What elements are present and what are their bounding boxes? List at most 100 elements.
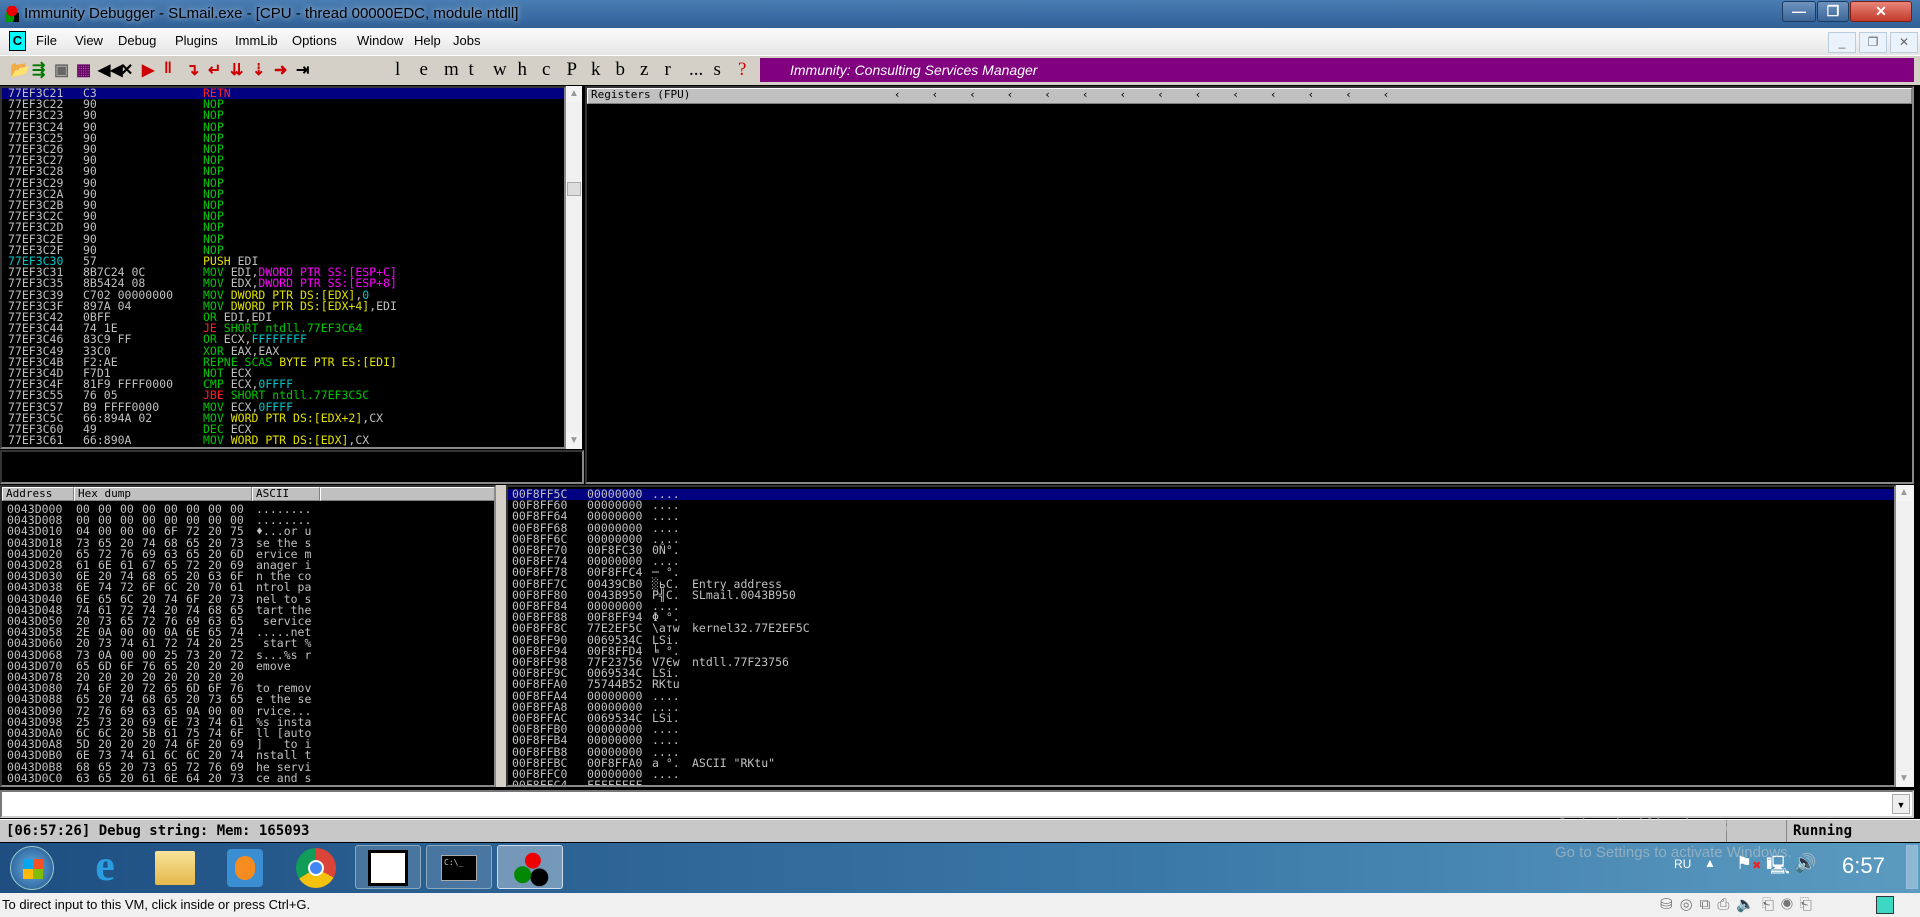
restart-icon[interactable]: ▦ bbox=[76, 60, 91, 80]
toolbar-button-e[interactable]: e bbox=[420, 59, 428, 81]
menu-immlib[interactable]: ImmLib bbox=[235, 33, 278, 48]
dump-scrollbar[interactable] bbox=[496, 485, 506, 787]
register-scroll-left-icon[interactable]: ‹ bbox=[1270, 89, 1277, 101]
trace-into-icon[interactable]: ⇊ bbox=[230, 60, 243, 80]
stack-row[interactable]: 00F8FFB0 00000000.... bbox=[508, 723, 1894, 735]
stack-row[interactable]: 00F8FFC0 00000000.... bbox=[508, 768, 1894, 780]
stack-row[interactable]: 00F8FF5C 00000000.... bbox=[508, 488, 1894, 501]
stack-row[interactable]: 00F8FF70 00F8FC30 0Ñ°. bbox=[508, 544, 1894, 556]
stack-row[interactable]: 00F8FFA8 00000000.... bbox=[508, 701, 1894, 713]
rewind-icon[interactable]: ◀◀ bbox=[98, 60, 123, 80]
dump-header-hex[interactable]: Hex dump bbox=[74, 487, 252, 501]
mdi-close-button[interactable]: ✕ bbox=[1890, 32, 1918, 53]
toolbar-button-w[interactable]: w bbox=[493, 59, 507, 81]
register-scroll-left-icon[interactable]: ‹ bbox=[1120, 89, 1127, 101]
mdi-minimize-button[interactable]: _ bbox=[1828, 32, 1856, 53]
trace-over-icon[interactable]: ⇣ bbox=[252, 60, 265, 80]
immunity-tool-icon[interactable] bbox=[355, 845, 421, 889]
media-player-icon[interactable] bbox=[227, 849, 263, 887]
toolbar-button-t[interactable]: t bbox=[469, 59, 474, 81]
stack-row[interactable]: 00F8FF98 77F23756 V7Єw ntdll.77F23756 bbox=[508, 656, 1894, 668]
stack-row[interactable]: 00F8FFB4 00000000.... bbox=[508, 735, 1894, 747]
disassembly-scrollbar[interactable]: ▲ ▼ bbox=[566, 86, 582, 449]
register-scroll-left-icon[interactable]: ‹ bbox=[1007, 89, 1014, 101]
toolbar-button-P[interactable]: P bbox=[567, 59, 578, 81]
stack-row[interactable]: 00F8FF9C 0069534C LSi. bbox=[508, 667, 1894, 679]
clock[interactable]: 6:57 bbox=[1842, 853, 1885, 879]
toolbar-button-h[interactable]: h bbox=[518, 59, 528, 81]
toolbar-button-c[interactable]: c bbox=[542, 59, 550, 81]
step-into-icon[interactable]: ↴ bbox=[186, 60, 199, 80]
pause-icon[interactable]: ‖ bbox=[164, 60, 172, 78]
toolbar-button-b[interactable]: b bbox=[616, 59, 626, 81]
toolbar-button-dots[interactable]: ... bbox=[689, 59, 703, 81]
dump-header-ascii[interactable]: ASCII bbox=[252, 487, 320, 501]
menu-window[interactable]: Window bbox=[357, 33, 403, 48]
internet-explorer-icon[interactable]: e bbox=[78, 844, 132, 889]
register-scroll-left-icon[interactable]: ‹ bbox=[1157, 89, 1164, 101]
registers-header[interactable]: Registers (FPU) ‹ ‹ ‹ ‹ ‹ ‹ ‹ ‹ ‹ ‹ ‹ ‹ ‹ ‹ bbox=[587, 88, 1912, 104]
stack-row[interactable]: 00F8FF8C 77E2EF5C \атw kernel32.77E2EF5C bbox=[508, 623, 1894, 635]
minimize-button[interactable]: — bbox=[1782, 1, 1816, 22]
stack-row[interactable]: 00F8FF90 0069534C LSi. bbox=[508, 634, 1894, 646]
immunity-debugger-taskbar-icon[interactable] bbox=[497, 845, 563, 889]
scroll-thumb[interactable] bbox=[567, 182, 581, 196]
run-icon[interactable]: ▶ bbox=[142, 60, 154, 80]
stack-row[interactable]: 00F8FF64 00000000.... bbox=[508, 511, 1894, 523]
command-prompt-icon[interactable]: C:\_ bbox=[426, 845, 492, 889]
stack-row[interactable]: 00F8FFAC 0069534C LSi. bbox=[508, 712, 1894, 724]
register-scroll-left-icon[interactable]: ‹ bbox=[1195, 89, 1202, 101]
stack-row[interactable]: 00F8FFBC 00F8FFA0 а °. ASCII "RKtu" bbox=[508, 757, 1894, 769]
dump-row[interactable]: 0043D0C0 63 65 20 61 6E 64 20 73 ce and s bbox=[2, 772, 494, 784]
menu-file[interactable]: File bbox=[36, 33, 57, 48]
disassembly-pane[interactable]: 77EF3C21 C3 RETN 77EF3C22 90 NOP 77EF3C23 90 NOP… bbox=[0, 86, 566, 449]
toolbar-button-s[interactable]: s bbox=[714, 59, 721, 81]
start-button[interactable] bbox=[10, 846, 54, 890]
disasm-row[interactable]: 77EF3C61 66:890A MOV WORD PTR DS:[EDX],CX bbox=[2, 434, 564, 446]
go-to-icon[interactable]: ⇥ bbox=[296, 60, 309, 80]
stack-row[interactable]: 00F8FFA0 75744B52 RKtu bbox=[508, 679, 1894, 691]
banner-consulting-services[interactable]: Immunity: Consulting Services Manager bbox=[760, 58, 1914, 82]
close-button[interactable]: ✕ bbox=[1850, 1, 1912, 22]
execute-till-return-icon[interactable]: ➜ bbox=[274, 60, 287, 80]
menu-jobs[interactable]: Jobs bbox=[453, 33, 480, 48]
register-scroll-left-icon[interactable]: ‹ bbox=[1308, 89, 1315, 101]
toolbar-button-r[interactable]: r bbox=[665, 59, 671, 81]
chrome-icon[interactable] bbox=[296, 848, 336, 888]
scroll-up-icon[interactable]: ▲ bbox=[566, 86, 582, 102]
scroll-up-icon[interactable]: ▲ bbox=[1896, 485, 1912, 501]
menu-options[interactable]: Options bbox=[292, 33, 337, 48]
menu-debug[interactable]: Debug bbox=[118, 33, 156, 48]
register-scroll-left-icon[interactable]: ‹ bbox=[1232, 89, 1239, 101]
stack-row[interactable]: 00F8FFA4 00000000.... bbox=[508, 690, 1894, 702]
register-scroll-left-icon[interactable]: ‹ bbox=[1044, 89, 1051, 101]
step-over-icon[interactable]: ↵ bbox=[208, 60, 221, 80]
stack-row[interactable]: 00F8FF60 00000000.... bbox=[508, 499, 1894, 511]
stack-row[interactable]: 00F8FFC4 FFFFFFFF bbox=[508, 779, 1894, 785]
stack-row[interactable]: 00F8FF80 0043B950 P╣C. SLmail.0043B950 bbox=[508, 589, 1894, 601]
dump-pane[interactable]: Address Hex dump ASCII 0043D000 00 00 00 00 0… bbox=[0, 485, 496, 787]
file-explorer-icon[interactable] bbox=[155, 851, 195, 885]
register-scroll-left-icon[interactable]: ‹ bbox=[1345, 89, 1352, 101]
command-dropdown-icon[interactable]: ▼ bbox=[1892, 794, 1910, 814]
register-scroll-left-icon[interactable]: ‹ bbox=[894, 89, 901, 101]
menu-plugins[interactable]: Plugins bbox=[175, 33, 218, 48]
attach-icon[interactable]: ⇶ bbox=[32, 60, 45, 80]
open-icon[interactable]: 📂 bbox=[10, 60, 30, 80]
toolbar-button-m[interactable]: m bbox=[444, 59, 459, 81]
register-scroll-left-icon[interactable]: ‹ bbox=[1082, 89, 1089, 101]
menu-help[interactable]: Help bbox=[414, 33, 441, 48]
registers-pane[interactable]: Registers (FPU) ‹ ‹ ‹ ‹ ‹ ‹ ‹ ‹ ‹ ‹ ‹ ‹ ‹ ‹ bbox=[585, 86, 1914, 484]
toolbar-button-help[interactable]: ? bbox=[738, 59, 746, 81]
stack-row[interactable]: 00F8FF6C 00000000.... bbox=[508, 533, 1894, 545]
show-desktop-button[interactable] bbox=[1906, 845, 1918, 889]
maximize-button[interactable]: ❐ bbox=[1817, 1, 1849, 22]
scroll-down-icon[interactable]: ▼ bbox=[1896, 771, 1912, 787]
toolbar-button-l[interactable]: l bbox=[395, 59, 400, 81]
toolbar-button-z[interactable]: z bbox=[640, 59, 648, 81]
volume-icon[interactable]: 🔊 bbox=[1794, 853, 1816, 874]
dump-header-address[interactable]: Address bbox=[2, 487, 74, 501]
vm-device-icons[interactable]: ⛁◎⧉⎙🔈⎗◉⎗ bbox=[1660, 893, 1819, 917]
cpu-window-icon[interactable]: C bbox=[9, 31, 26, 51]
scroll-down-icon[interactable]: ▼ bbox=[566, 433, 582, 449]
